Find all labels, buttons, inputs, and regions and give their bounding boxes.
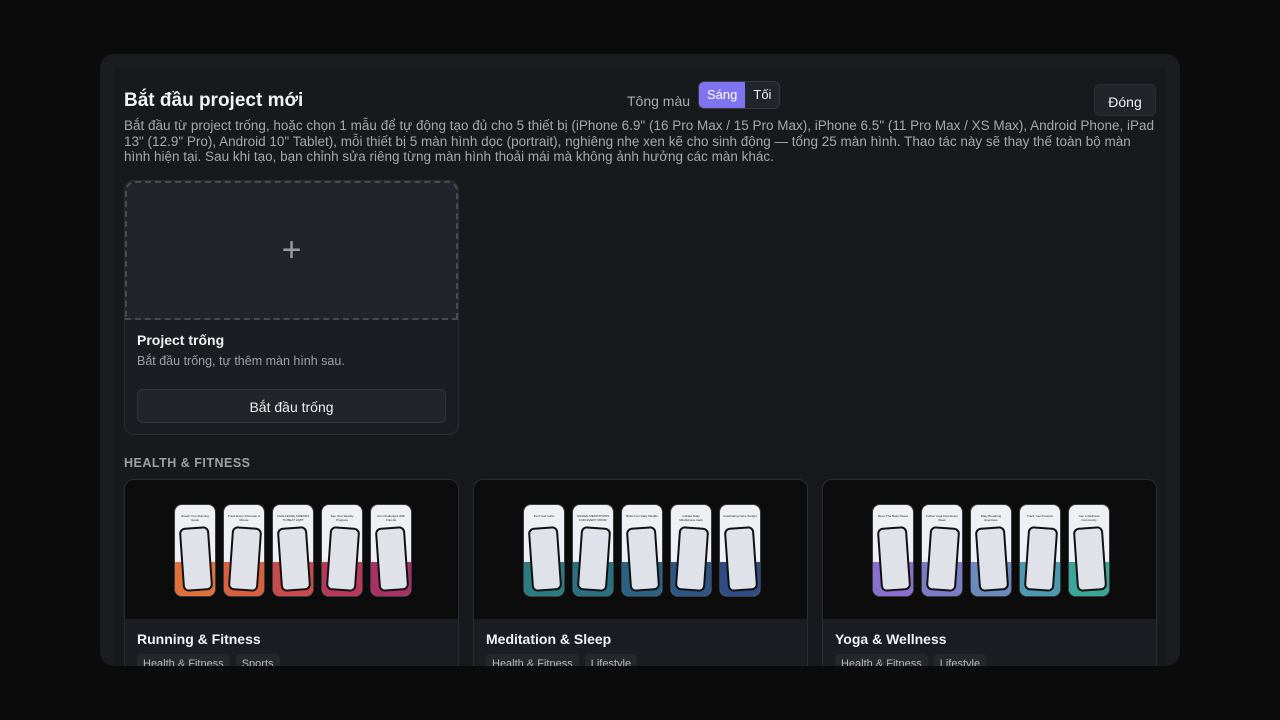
device-mockup xyxy=(974,526,1010,592)
phone-preview: Build Your Daily Mindful xyxy=(621,504,663,597)
phone-preview: Track Your Practice xyxy=(1019,504,1061,597)
start-empty-button[interactable]: Bắt đầu trống xyxy=(137,389,446,423)
category-tag: Health & Fitness xyxy=(486,654,579,666)
phone-preview-row: Reach Your Running Goals Track Every Kilo… xyxy=(174,504,412,597)
phone-preview: GUIDED MEDITATIONS FOR EVERY MOOD xyxy=(572,504,614,597)
category-tag: Lifestyle xyxy=(584,654,638,666)
phone-caption: GUIDED MEDITATIONS FOR EVERY MOOD xyxy=(576,514,610,522)
tone-label: Tông màu xyxy=(627,93,691,109)
template-tags: Health & Fitness Lifestyle xyxy=(835,654,987,666)
template-card[interactable]: Move The Body Peace Follow Yoga Flow Ever… xyxy=(822,479,1157,666)
new-project-dialog: Bắt đầu project mới Tông màu Sáng Tối Đó… xyxy=(114,68,1166,666)
phone-preview: Celebrating Calm Tonight xyxy=(719,504,761,597)
phone-preview-row: Move The Body Peace Follow Yoga Flow Ever… xyxy=(872,504,1110,597)
template-preview[interactable]: Move The Body Peace Follow Yoga Flow Ever… xyxy=(823,480,1156,619)
device-mockup xyxy=(723,526,759,592)
tone-option-dark[interactable]: Tối xyxy=(745,82,779,108)
phone-preview: Follow Yoga Flow Every Week xyxy=(921,504,963,597)
phone-preview: See Your Weekly Progress xyxy=(321,504,363,597)
template-card[interactable]: Find Your Calm GUIDED MEDITATIONS FOR EVE… xyxy=(473,479,808,666)
category-tag: Health & Fitness xyxy=(137,654,230,666)
template-card[interactable]: Reach Your Running Goals Track Every Kilo… xyxy=(124,479,459,666)
category-tag: Sports xyxy=(235,654,280,666)
device-mockup xyxy=(576,526,612,592)
section-title: HEALTH & FITNESS xyxy=(124,456,251,470)
template-title: Running & Fitness xyxy=(137,631,261,647)
phone-caption: Celebrating Calm Tonight xyxy=(723,514,757,518)
device-mockup xyxy=(325,526,361,592)
phone-preview: Daily Breathing Exercises xyxy=(970,504,1012,597)
device-mockup xyxy=(1023,526,1059,592)
template-preview[interactable]: Find Your Calm GUIDED MEDITATIONS FOR EVE… xyxy=(474,480,807,619)
template-tags: Health & Fitness Lifestyle xyxy=(486,654,638,666)
phone-preview: Reach Your Running Goals xyxy=(174,504,216,597)
phone-caption: Follow Yoga Flow Every Week xyxy=(926,514,958,522)
phone-caption: See Your Weekly Progress xyxy=(330,514,354,522)
phone-preview: Move The Body Peace xyxy=(872,504,914,597)
phone-caption: CHALLENGE FRIENDS TO BEAT LIMIT xyxy=(276,514,310,522)
empty-project-card[interactable]: + Project trống Bắt đầu trống, tự thêm m… xyxy=(124,180,459,435)
phone-caption: Reach Your Running Goals xyxy=(181,514,209,522)
empty-project-subtitle: Bắt đầu trống, tự thêm màn hình sau. xyxy=(137,354,345,368)
phone-preview: Join a Wellness Community xyxy=(1068,504,1110,597)
template-title: Yoga & Wellness xyxy=(835,631,947,647)
phone-caption: Find Your Calm xyxy=(533,514,555,518)
device-mockup xyxy=(527,526,563,592)
phone-caption: Guided Daily Mindfulness track xyxy=(679,514,703,522)
page-title: Bắt đầu project mới xyxy=(124,90,304,111)
template-preview[interactable]: Reach Your Running Goals Track Every Kilo… xyxy=(125,480,458,619)
device-mockup xyxy=(625,526,661,592)
phone-caption: Join a Wellness Community xyxy=(1078,514,1100,522)
template-title: Meditation & Sleep xyxy=(486,631,612,647)
category-tag: Health & Fitness xyxy=(835,654,928,666)
device-mockup xyxy=(276,526,312,592)
device-mockup xyxy=(674,526,710,592)
device-mockup xyxy=(1072,526,1108,592)
phone-preview: Track Every Kilometer & Minute xyxy=(223,504,265,597)
empty-project-title: Project trống xyxy=(137,332,225,348)
phone-preview: Guided Daily Mindfulness track xyxy=(670,504,712,597)
phone-preview: CHALLENGE FRIENDS TO BEAT LIMIT xyxy=(272,504,314,597)
phone-caption: Move The Body Peace xyxy=(877,514,909,518)
phone-preview-row: Find Your Calm GUIDED MEDITATIONS FOR EVE… xyxy=(523,504,761,597)
phone-preview: Join Challenges With Friends xyxy=(370,504,412,597)
phone-caption: Build Your Daily Mindful xyxy=(626,514,658,518)
dialog-header: Bắt đầu project mới Tông màu Sáng Tối Đó… xyxy=(124,76,1156,116)
plus-icon: + xyxy=(281,231,302,269)
tone-option-light[interactable]: Sáng xyxy=(699,82,746,108)
phone-preview: Find Your Calm xyxy=(523,504,565,597)
phone-caption: Daily Breathing Exercises xyxy=(980,514,1002,522)
category-tag: Lifestyle xyxy=(933,654,987,666)
device-mockup xyxy=(178,526,214,592)
phone-caption: Join Challenges With Friends xyxy=(376,514,406,522)
close-button[interactable]: Đóng xyxy=(1094,84,1156,116)
device-mockup xyxy=(876,526,912,592)
empty-project-thumbnail[interactable]: + xyxy=(125,181,458,320)
device-mockup xyxy=(374,526,410,592)
template-tags: Health & Fitness Sports xyxy=(137,654,280,666)
phone-caption: Track Every Kilometer & Minute xyxy=(227,514,261,522)
device-mockup xyxy=(925,526,961,592)
description: Bắt đầu từ project trống, hoặc chọn 1 mẫ… xyxy=(124,118,1154,164)
phone-caption: Track Your Practice xyxy=(1027,514,1053,518)
tone-toggle[interactable]: Sáng Tối xyxy=(698,81,781,109)
device-mockup xyxy=(227,526,263,592)
